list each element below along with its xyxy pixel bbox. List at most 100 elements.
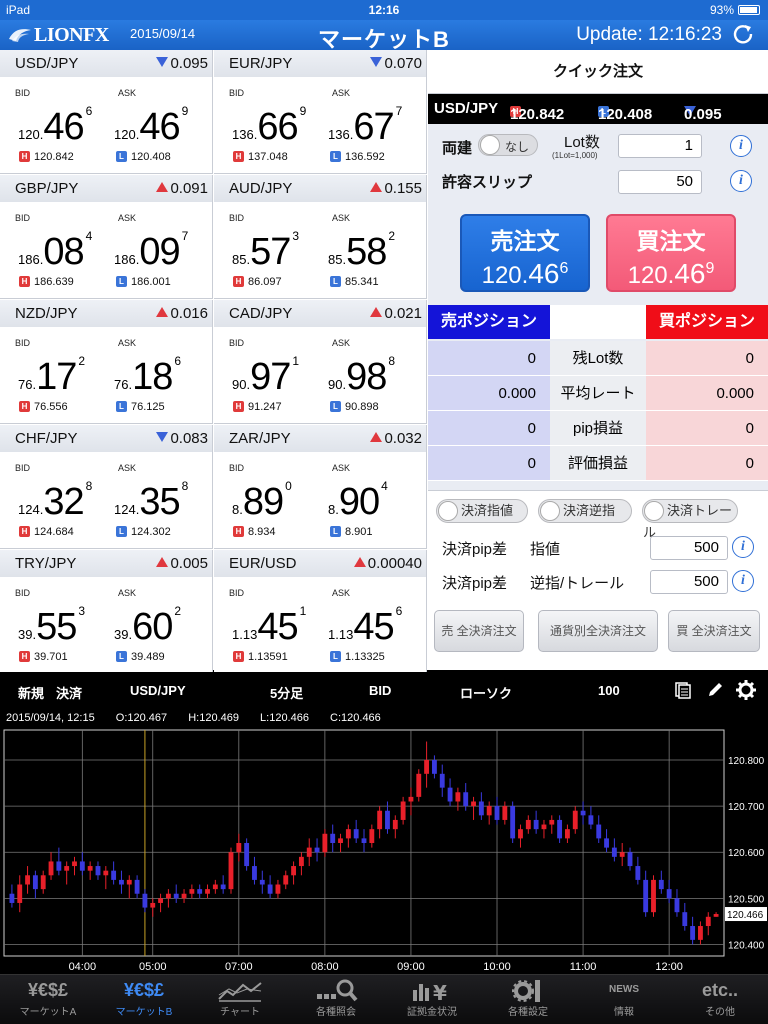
rate-cell[interactable]: AUD/JPY 0.155 BID ASK 85.57 3 85.58 2 H 86.097 L 85… [214,175,427,299]
chart-type-select[interactable]: ローソク [460,683,512,702]
candle-body [353,829,359,839]
settle-limit-toggle[interactable]: 決済指値 [436,499,528,523]
price-big: 90 [338,481,380,523]
ask-price[interactable]: 85.58 2 [328,229,395,274]
candle-body [369,829,375,843]
bid-price[interactable]: 120.46 6 [18,104,92,149]
tab-inquiry[interactable]: 各種照会 [288,975,384,1024]
candle-body [635,866,641,880]
candlestick-chart[interactable]: 120.800 120.700 120.600 120.500 120.400 04:00… [0,708,768,974]
bid-price[interactable]: 1.1345 1 [232,604,306,649]
sell-all-settle-button[interactable]: 売 全決済注文 [434,610,524,652]
buy-all-settle-button[interactable]: 買 全決済注文 [668,610,760,652]
high-text: 1.13591 [248,651,288,663]
lot-label: Lot数 [564,134,600,151]
candle-body [549,819,555,825]
chart-pair-select[interactable]: USD/JPY [130,683,186,698]
settle-trail-toggle[interactable]: 決済トレール [642,499,738,540]
rate-cell[interactable]: EUR/JPY 0.070 BID ASK 136.66 9 136.67 7 H 137.048… [214,50,427,174]
chart-period-select[interactable]: 5分足 [270,683,303,702]
pair-name: NZD/JPY [15,305,78,322]
bid-price[interactable]: 124.32 8 [18,479,92,524]
lot-input[interactable]: 1 [618,134,702,158]
tab-news[interactable]: NEWS 情報 [576,975,672,1024]
bid-price[interactable]: 90.97 1 [232,354,299,399]
rate-cell[interactable]: TRY/JPY 0.005 BID ASK 39.55 3 39.60 2 H 39.701 L 39… [0,550,213,674]
pencil-icon[interactable] [706,681,724,699]
rate-cell[interactable]: CAD/JPY 0.021 BID ASK 90.97 1 90.98 8 H 91.247 L 90… [214,300,427,424]
status-time: 12:16 [368,3,400,17]
tab-market-a[interactable]: ¥€$£ マーケットA [0,975,96,1024]
gear-icon[interactable] [736,680,756,700]
buy-order-button[interactable]: 買注文 120.469 [606,214,736,292]
ask-price[interactable]: 136.67 7 [328,104,402,149]
chart-settle-button[interactable]: 決済 [56,683,82,702]
rate-cell[interactable]: EUR/USD 0.00040 BID ASK 1.1345 1 1.1345 6 H 1.135… [214,550,427,674]
ask-price[interactable]: 76.18 6 [114,354,181,399]
ask-price[interactable]: 124.35 8 [114,479,188,524]
tab-etc[interactable]: etc.. その他 [672,975,768,1024]
price-big: 46 [139,106,180,148]
ask-price[interactable]: 90.98 8 [328,354,395,399]
bid-price[interactable]: 85.57 3 [232,229,299,274]
change-text: 0.032 [384,430,422,447]
price-head: 1.13 [328,627,354,642]
chart-side-select[interactable]: BID [369,683,391,698]
bid-label: BID [15,213,31,223]
quick-order-rate-bar: USD/JPY H 120.842 L 120.408 0.095 [428,94,768,124]
price-head: 1.13 [232,627,258,642]
y-tick-label: 120.500 [728,894,765,905]
tab-margin[interactable]: ¥ 証拠金状況 [384,975,480,1024]
pip-limit-info-icon[interactable]: i [732,536,754,558]
lot-note: (1Lot=1,000) [552,151,598,160]
pip-stop-info-icon[interactable]: i [732,570,754,592]
bid-price[interactable]: 76.17 2 [18,354,85,399]
lot-info-icon[interactable]: i [730,135,752,157]
pair-all-settle-button[interactable]: 通貨別全決済注文 [538,610,658,652]
slip-info-icon[interactable]: i [730,170,752,192]
settle-stop-toggle[interactable]: 決済逆指 [538,499,632,523]
sell-order-button[interactable]: 売注文 120.466 [460,214,590,292]
pip-limit-input[interactable]: 500 [650,536,728,560]
ryodate-toggle[interactable]: なし [478,134,538,156]
rate-cell[interactable]: ZAR/JPY 0.032 BID ASK 8.89 0 8.90 4 H 8.934 L 8.901 [214,425,427,549]
tab-label: その他 [705,1007,735,1018]
ask-price[interactable]: 8.90 4 [328,479,388,524]
ask-price[interactable]: 39.60 2 [114,604,181,649]
bid-label: BID [229,213,245,223]
bid-price[interactable]: 136.66 9 [232,104,306,149]
candle-body [658,879,664,890]
ask-price[interactable]: 1.1345 6 [328,604,402,649]
bid-price[interactable]: 186.08 4 [18,229,92,274]
price-pip: 3 [78,604,86,618]
high-badge: H [19,276,30,287]
rate-cell[interactable]: GBP/JPY 0.091 BID ASK 186.08 4 186.09 7 H 186.639… [0,175,213,299]
rate-cell[interactable]: USD/JPY 0.095 BID ASK 120.46 6 120.46 9 H 120.842… [0,50,213,174]
bid-price[interactable]: 8.89 0 [232,479,292,524]
price-pip: 1 [292,354,300,368]
refresh-icon[interactable] [732,23,754,45]
rate-cell[interactable]: CHF/JPY 0.083 BID ASK 124.32 8 124.35 8 H 124.684… [0,425,213,549]
bid-price[interactable]: 39.55 3 [18,604,85,649]
change-text: 0.070 [384,55,422,72]
candle-body [557,819,563,839]
tab-chart[interactable]: チャート [192,975,288,1024]
tab-settings[interactable]: 各種設定 [480,975,576,1024]
tab-market-b[interactable]: ¥€$£ マーケットB [96,975,192,1024]
candle-body [408,796,414,802]
low-value: L 136.592 [330,151,385,163]
list-icon[interactable] [674,681,692,699]
rate-cell-header: ZAR/JPY 0.032 [214,425,426,452]
bid-label: BID [229,463,245,473]
pip-stop-input[interactable]: 500 [650,570,728,594]
rate-cell[interactable]: NZD/JPY 0.016 BID ASK 76.17 2 76.18 6 H 76.556 L 76… [0,300,213,424]
chart-canvas[interactable]: 120.800 120.700 120.600 120.500 120.400 04:00… [0,708,768,974]
ask-price[interactable]: 120.46 9 [114,104,188,149]
buy-position-value: 0 [646,446,768,481]
pair-name: GBP/JPY [15,180,79,197]
chart-count-select[interactable]: 100 [598,683,620,698]
change-value: 0.083 [156,430,208,447]
chart-new-button[interactable]: 新規 [18,683,44,702]
ask-price[interactable]: 186.09 7 [114,229,188,274]
slip-input[interactable]: 50 [618,170,702,194]
